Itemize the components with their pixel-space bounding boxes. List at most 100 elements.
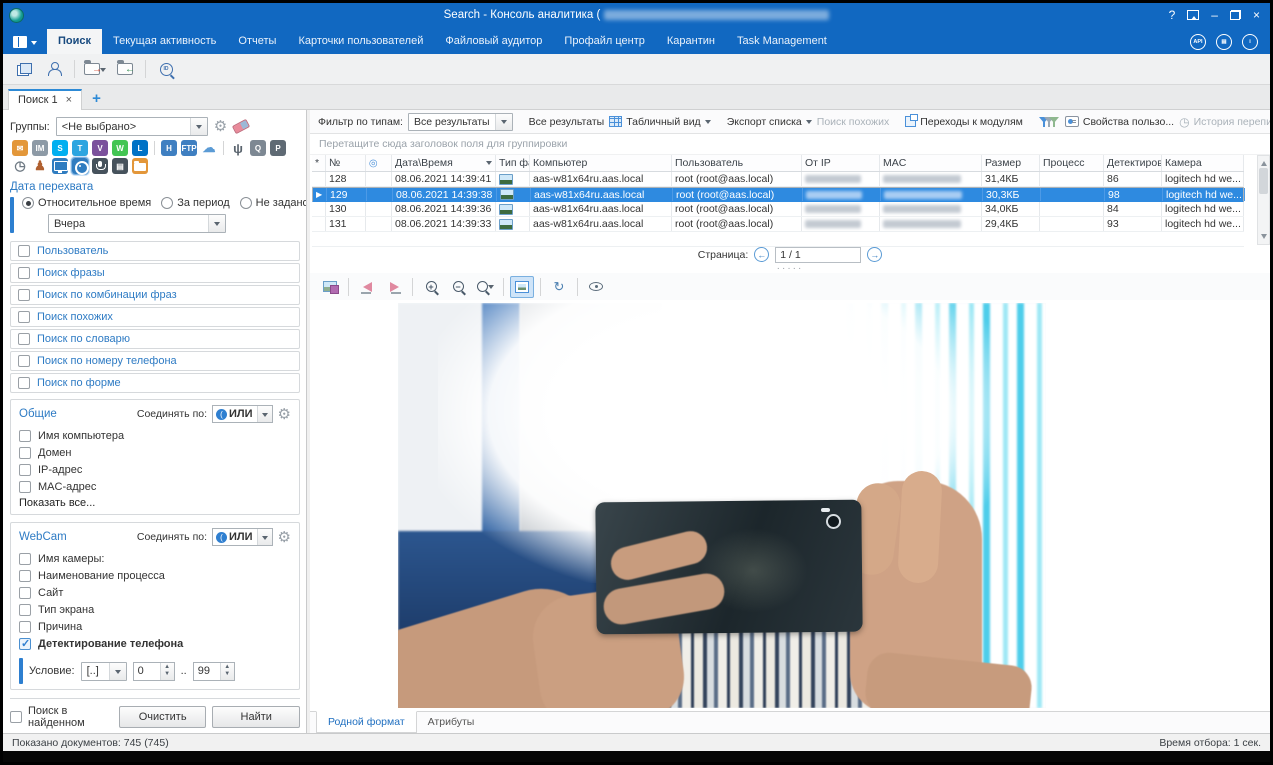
column-header-mac[interactable]: MAC [880,155,982,171]
filter-box-поиск-по-номеру-телефона[interactable]: Поиск по номеру телефона [10,351,300,371]
groups-settings-gear-icon[interactable]: ⚙ [214,119,227,134]
condition-to-stepper[interactable]: 99 ▲▼ [193,662,235,681]
checkbox-ip-адрес[interactable] [19,464,31,476]
column-header-тип-фа[interactable]: Тип фа [496,155,530,171]
printer-icon[interactable]: P [270,140,286,156]
search-in-found-checkbox[interactable] [10,711,22,723]
help-button[interactable]: ? [1169,9,1176,21]
button-zoom-in-icon[interactable]: + [419,276,443,298]
next-page-button[interactable]: → [867,247,882,262]
whatsapp-icon[interactable]: W [112,140,128,156]
folder-activity-icon[interactable] [132,158,148,174]
button-id-search-icon[interactable]: ID [153,57,179,81]
webcam-item-имя-камеры[interactable]: Имя камеры: [19,550,291,567]
join-by-select[interactable]: ( ИЛИ [212,528,273,546]
chevron-down-icon[interactable] [495,114,512,130]
usb-icon[interactable]: ψ [230,140,246,156]
common-item-домен[interactable]: Домен [19,444,291,461]
search-tab[interactable]: Поиск 1 × [8,89,82,110]
go-to-modules-button[interactable]: Переходы к модулям [905,116,1023,128]
close-tab-icon[interactable]: × [66,94,72,106]
table-row[interactable]: 13008.06.2021 14:39:36aas-w81x64ru.aas.l… [312,202,1244,217]
column-header-[interactable]: * [312,155,326,171]
menu-tab-карточки-пользователей[interactable]: Карточки пользователей [287,29,434,54]
info-icon[interactable]: i [1242,34,1258,50]
webcam-section-title[interactable]: WebCam [19,531,67,543]
webcam-item-тип-экрана[interactable]: Тип экрана [19,601,291,618]
checkbox-mac-адрес[interactable] [19,481,31,493]
condition-from-stepper[interactable]: 0 ▲▼ [133,662,175,681]
relative-time-select[interactable]: Вчера [48,214,226,233]
device-search-icon[interactable]: Q [250,140,266,156]
user-properties-button[interactable]: Свойства пользо... [1065,116,1174,128]
page-number-input[interactable]: 1 / 1 [775,247,861,263]
column-header-процесс[interactable]: Процесс [1040,155,1104,171]
menu-tab-профайл-центр[interactable]: Профайл центр [553,29,655,54]
table-scrollbar[interactable] [1257,155,1270,245]
user-activity-icon[interactable]: ♟ [32,158,48,174]
column-header-дата-время[interactable]: Дата\Время [392,155,496,171]
webcam-item-детектирование-телефона[interactable]: Детектирование телефона [19,635,291,652]
column-header-[interactable]: № [326,155,366,171]
close-button[interactable]: × [1253,9,1260,21]
checkbox-наименование-процесса[interactable] [19,570,31,582]
column-header-размер[interactable]: Размер [982,155,1040,171]
chevron-down-icon[interactable] [109,663,126,680]
button-save-image-icon[interactable] [318,276,342,298]
common-item-mac-адрес[interactable]: MAC-адрес [19,478,291,495]
button-slideshow-icon[interactable]: ↻ [547,276,571,298]
stepper-arrows-icon[interactable]: ▲▼ [220,663,234,680]
webcam-item-сайт[interactable]: Сайт [19,584,291,601]
table-row[interactable]: ▶12908.06.2021 14:39:38aas-w81x64ru.aas.… [312,187,1244,202]
webcam-item-причина[interactable]: Причина [19,618,291,635]
table-row[interactable]: 12808.06.2021 14:39:41aas-w81x64ru.aas.l… [312,172,1244,187]
microphone-icon[interactable] [92,158,108,174]
prev-page-button[interactable]: ← [754,247,769,262]
ftp-icon[interactable]: FTP [181,140,197,156]
scroll-down-icon[interactable] [1261,234,1267,242]
radio-за-период[interactable] [161,197,173,209]
pin-window-button[interactable] [1187,10,1199,20]
app-menu-button[interactable] [3,36,47,54]
menu-tab-task-management[interactable]: Task Management [726,29,838,54]
table-row[interactable]: 13108.06.2021 14:39:33aas-w81x64ru.aas.l… [312,217,1244,232]
lync-icon[interactable]: L [132,140,148,156]
filter-box-поиск-по-комбинации-фраз[interactable]: Поиск по комбинации фраз [10,285,300,305]
column-header-пользователь[interactable]: Пользователь [672,155,802,171]
common-settings-gear-icon[interactable]: ⚙ [278,407,291,422]
plugins-icon[interactable]: ▤ [1216,34,1232,50]
condition-operator-select[interactable]: [..] [81,662,127,681]
button-folder-import-icon[interactable] [112,57,138,81]
preview-tab-родной-формат[interactable]: Родной формат [316,711,417,733]
common-item-ip-адрес[interactable]: IP-адрес [19,461,291,478]
checkbox-поиск-фразы[interactable] [18,267,30,279]
groups-select[interactable]: <Не выбрано> [56,117,208,136]
button-view-mode-icon[interactable] [584,276,608,298]
export-list-button[interactable]: Экспорт списка [727,116,812,128]
telegram-icon[interactable]: T [72,140,88,156]
checkbox-сайт[interactable] [19,587,31,599]
horizontal-splitter-handle[interactable] [310,264,1270,273]
checkbox-поиск-по-форме[interactable] [18,377,30,389]
column-header-детектирова[interactable]: Детектирова [1104,155,1162,171]
checkbox-поиск-по-словарю[interactable] [18,333,30,345]
button-rotate-left-icon[interactable] [355,276,379,298]
chevron-down-icon[interactable] [257,529,272,545]
radio-относительное-время[interactable] [22,197,34,209]
table-view-button[interactable]: Табличный вид [609,116,710,128]
clear-groups-eraser-icon[interactable] [232,119,250,134]
menu-tab-отчеты[interactable]: Отчеты [227,29,287,54]
filter-box-пользователь[interactable]: Пользователь [10,241,300,261]
restore-button[interactable] [1230,10,1241,20]
filter-box-поиск-по-форме[interactable]: Поиск по форме [10,373,300,393]
monitor-icon[interactable] [52,158,68,174]
clock-icon[interactable]: ◷ [12,158,28,174]
show-all-link[interactable]: Показать все... [19,497,291,509]
api-icon[interactable]: API [1190,34,1206,50]
http-icon[interactable]: H [161,140,177,156]
checkbox-имя-камеры[interactable] [19,553,31,565]
find-button[interactable]: Найти [212,706,300,728]
webcam-settings-gear-icon[interactable]: ⚙ [278,530,291,545]
preview-tab-атрибуты[interactable]: Атрибуты [417,712,486,733]
chevron-down-icon[interactable] [257,406,272,422]
